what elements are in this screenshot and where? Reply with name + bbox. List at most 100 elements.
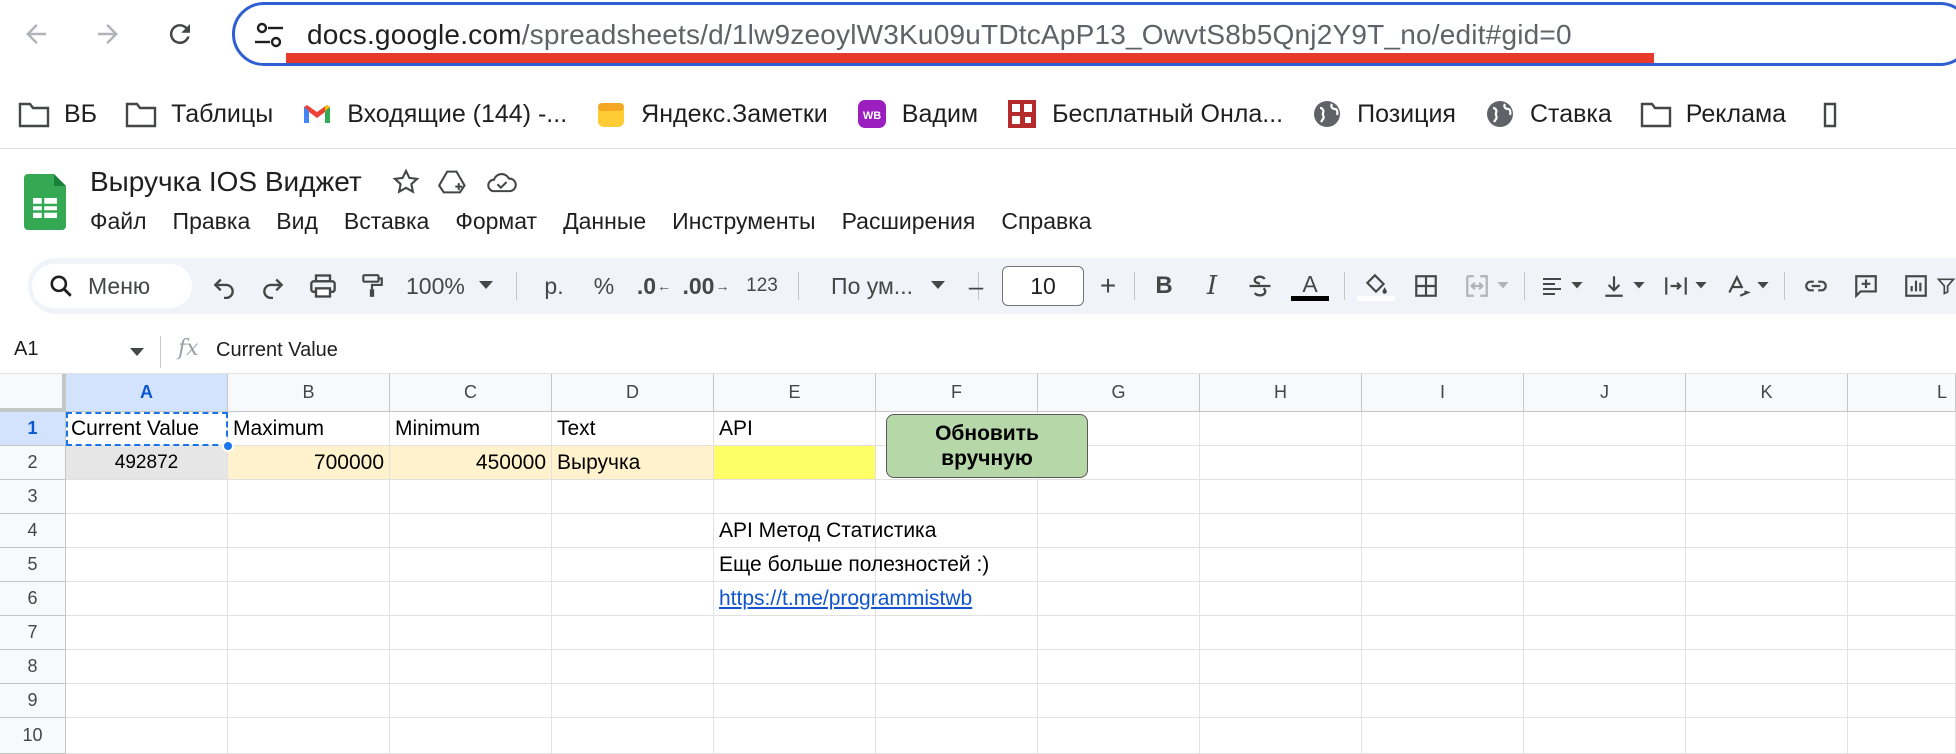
document-title[interactable]: Выручка IOS Виджет: [90, 166, 362, 198]
filter-button[interactable]: [1936, 266, 1956, 306]
grid-cell[interactable]: [1038, 616, 1200, 650]
grid-cell[interactable]: [876, 480, 1038, 514]
grid-cell[interactable]: [1524, 446, 1686, 480]
name-box[interactable]: A1: [14, 338, 38, 361]
text-rotation-button[interactable]: [1720, 266, 1774, 306]
borders-button[interactable]: [1404, 266, 1448, 306]
zoom-select[interactable]: 100%: [406, 266, 502, 306]
menu-edit[interactable]: Правка: [173, 208, 251, 235]
grid-cell[interactable]: [1200, 480, 1362, 514]
grid-cell[interactable]: [390, 650, 552, 684]
grid-cell[interactable]: [1524, 582, 1686, 616]
decrease-decimal-button[interactable]: .0 ←: [632, 266, 676, 306]
grid-cell[interactable]: [552, 514, 714, 548]
fill-handle[interactable]: [222, 440, 234, 452]
grid-cell[interactable]: [228, 582, 390, 616]
column-header-e[interactable]: E: [714, 374, 876, 412]
cell-e1[interactable]: API: [714, 412, 876, 446]
menu-view[interactable]: Вид: [276, 208, 318, 235]
grid-cell[interactable]: [66, 480, 228, 514]
grid-cell[interactable]: [1524, 412, 1686, 446]
menu-data[interactable]: Данные: [563, 208, 646, 235]
grid-cell[interactable]: [1362, 582, 1524, 616]
menu-file[interactable]: Файл: [90, 208, 147, 235]
horizontal-align-button[interactable]: [1534, 266, 1588, 306]
formula-input[interactable]: Current Value: [216, 339, 338, 362]
row-header-3[interactable]: 3: [0, 480, 66, 514]
reload-button[interactable]: [160, 14, 200, 54]
grid-cell[interactable]: [66, 718, 228, 754]
cell-c2[interactable]: 450000: [390, 446, 552, 480]
grid-cell[interactable]: [1524, 548, 1686, 582]
bookmark-position[interactable]: Позиция: [1311, 92, 1456, 136]
font-select[interactable]: По ум...: [808, 266, 968, 306]
currency-format-button[interactable]: р.: [534, 266, 574, 306]
bookmark-ads[interactable]: Реклама: [1640, 92, 1786, 136]
grid-cell[interactable]: [228, 514, 390, 548]
increase-decimal-button[interactable]: .00 →: [682, 266, 730, 306]
grid-cell[interactable]: [714, 480, 876, 514]
bold-button[interactable]: B: [1144, 266, 1184, 306]
grid-cell[interactable]: [1038, 514, 1200, 548]
grid-cell[interactable]: [228, 718, 390, 754]
grid-cell[interactable]: [1848, 480, 1956, 514]
cell-c1[interactable]: Minimum: [390, 412, 552, 446]
grid-cell[interactable]: [1686, 480, 1848, 514]
grid-cell[interactable]: [552, 684, 714, 718]
grid-cell[interactable]: [876, 718, 1038, 754]
grid-cell[interactable]: [1200, 514, 1362, 548]
grid-cell[interactable]: [876, 616, 1038, 650]
grid-cell[interactable]: [1200, 548, 1362, 582]
print-button[interactable]: [303, 266, 343, 306]
grid-cell[interactable]: [390, 582, 552, 616]
menu-insert[interactable]: Вставка: [344, 208, 430, 235]
grid-cell[interactable]: [66, 582, 228, 616]
bookmark-gmail[interactable]: Входящие (144) -...: [301, 92, 567, 136]
column-header-g[interactable]: G: [1038, 374, 1200, 412]
grid-cell[interactable]: [1524, 480, 1686, 514]
bookmark-more[interactable]: [1814, 92, 1860, 136]
site-settings-icon[interactable]: [253, 21, 285, 49]
grid-cell[interactable]: [1038, 582, 1200, 616]
grid-cell[interactable]: [1362, 718, 1524, 754]
grid-cell[interactable]: [552, 718, 714, 754]
cell-e2-api[interactable]: [714, 446, 876, 480]
grid-cell[interactable]: [1524, 616, 1686, 650]
column-header-l[interactable]: L: [1848, 374, 1956, 412]
insert-chart-button[interactable]: [1894, 266, 1938, 306]
paint-format-button[interactable]: [352, 266, 392, 306]
grid-cell[interactable]: [1524, 718, 1686, 754]
grid-cell[interactable]: [552, 616, 714, 650]
percent-format-button[interactable]: %: [584, 266, 624, 306]
row-header-7[interactable]: 7: [0, 616, 66, 650]
grid-cell[interactable]: [1848, 548, 1956, 582]
menu-help[interactable]: Справка: [1001, 208, 1091, 235]
grid-cell[interactable]: [1200, 446, 1362, 480]
grid-cell[interactable]: [390, 480, 552, 514]
grid-cell[interactable]: [1362, 616, 1524, 650]
grid-cell[interactable]: [1362, 446, 1524, 480]
grid-cell[interactable]: [1038, 650, 1200, 684]
grid-cell[interactable]: [1686, 650, 1848, 684]
cell-b2[interactable]: 700000: [228, 446, 390, 480]
grid-cell[interactable]: [66, 684, 228, 718]
grid-cell[interactable]: [1200, 582, 1362, 616]
bookmark-vadim[interactable]: WB Вадим: [856, 92, 978, 136]
grid-cell[interactable]: [714, 616, 876, 650]
grid-cell[interactable]: [390, 514, 552, 548]
grid-cell[interactable]: [1524, 514, 1686, 548]
grid-cell[interactable]: [228, 548, 390, 582]
column-header-c[interactable]: C: [390, 374, 552, 412]
dropdown-arrow-icon[interactable]: [130, 348, 144, 358]
cell-e6-link[interactable]: https://t.me/programmistwb: [714, 582, 972, 616]
grid-cell[interactable]: [876, 650, 1038, 684]
refresh-manually-button[interactable]: Обновить вручную: [886, 414, 1088, 478]
grid-cell[interactable]: [228, 616, 390, 650]
grid-cell[interactable]: [1524, 650, 1686, 684]
merge-cells-button[interactable]: [1454, 266, 1518, 306]
grid-cell[interactable]: [1848, 684, 1956, 718]
strikethrough-button[interactable]: [1238, 266, 1282, 306]
grid-cell[interactable]: [390, 548, 552, 582]
grid-cell[interactable]: [1848, 616, 1956, 650]
search-menus-button[interactable]: Меню: [32, 264, 192, 308]
